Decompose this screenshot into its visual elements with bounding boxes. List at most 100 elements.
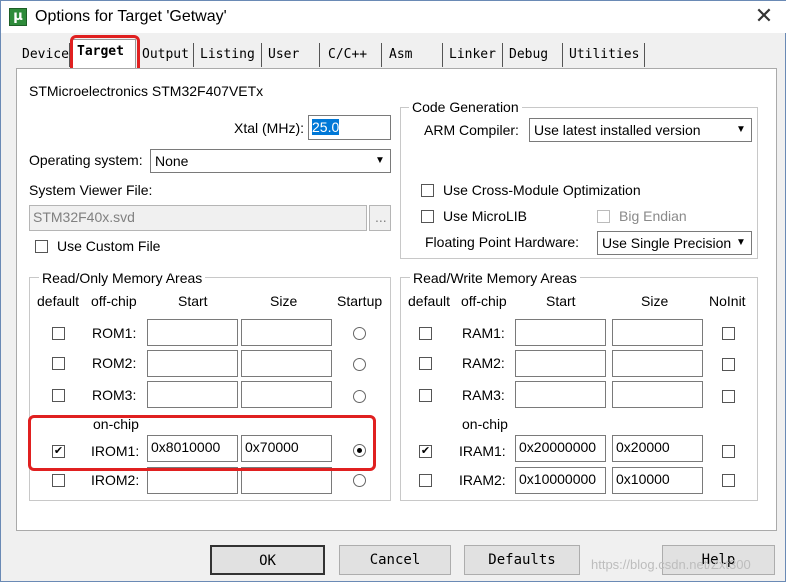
- big-endian-label: Big Endian: [619, 208, 687, 224]
- svd-browse-button: ...: [369, 205, 391, 231]
- iram2-noinit-checkbox[interactable]: [722, 474, 735, 487]
- code-generation-title: Code Generation: [409, 99, 522, 115]
- chevron-down-icon: ▼: [375, 155, 385, 166]
- rom3-default-checkbox[interactable]: [52, 389, 65, 402]
- rom3-size-input[interactable]: [241, 381, 332, 408]
- keil-app-icon: µ: [9, 8, 27, 26]
- ram2-start-input[interactable]: [515, 350, 606, 377]
- tab-c-cpp[interactable]: C/C++: [324, 43, 382, 67]
- svd-input: STM32F40x.svd: [29, 205, 367, 231]
- irom2-label: IROM2:: [91, 472, 140, 488]
- irom2-default-checkbox[interactable]: [52, 474, 65, 487]
- ram3-size-input[interactable]: [612, 381, 703, 408]
- device-name: STMicroelectronics STM32F407VETx: [29, 83, 264, 99]
- rw-onchip-label: on-chip: [462, 416, 508, 432]
- rom1-size-input[interactable]: [241, 319, 332, 346]
- title-bar: µ Options for Target 'Getway' ✕: [1, 1, 787, 33]
- rom1-startup-radio[interactable]: [353, 327, 366, 340]
- rom2-default-checkbox[interactable]: [52, 357, 65, 370]
- os-select[interactable]: None ▼: [150, 149, 391, 173]
- ro-memory-title: Read/Only Memory Areas: [39, 270, 206, 286]
- os-label: Operating system:: [29, 152, 143, 168]
- rw-header-noinit: NoInit: [709, 293, 746, 309]
- rom1-start-input[interactable]: [147, 319, 238, 346]
- irom2-startup-radio[interactable]: [353, 474, 366, 487]
- cross-module-checkbox[interactable]: [421, 184, 434, 197]
- microlib-checkbox[interactable]: [421, 210, 434, 223]
- watermark: https://blog.csdn.net/Zxt300: [591, 557, 751, 572]
- rom2-start-input[interactable]: [147, 350, 238, 377]
- rw-header-offchip: off-chip: [461, 293, 507, 309]
- big-endian-checkbox: [597, 210, 610, 223]
- tab-target[interactable]: Target: [72, 39, 136, 69]
- custom-file-label: Use Custom File: [57, 238, 161, 254]
- ram3-default-checkbox[interactable]: [419, 389, 432, 402]
- rw-header-start: Start: [546, 293, 576, 309]
- tab-output[interactable]: Output: [138, 43, 194, 67]
- window-title: Options for Target 'Getway': [35, 8, 227, 25]
- ram3-noinit-checkbox[interactable]: [722, 390, 735, 403]
- irom1-default-checkbox[interactable]: ✔: [52, 445, 65, 458]
- options-dialog: µ Options for Target 'Getway' ✕ Device T…: [0, 0, 787, 582]
- ram3-label: RAM3:: [462, 387, 505, 403]
- ram3-start-input[interactable]: [515, 381, 606, 408]
- iram1-size-input[interactable]: 0x20000: [612, 435, 703, 462]
- rw-header-size: Size: [641, 293, 669, 309]
- ram2-noinit-checkbox[interactable]: [722, 358, 735, 371]
- iram1-start-input[interactable]: 0x20000000: [515, 435, 606, 462]
- rom3-startup-radio[interactable]: [353, 390, 366, 403]
- rom2-startup-radio[interactable]: [353, 358, 366, 371]
- rw-memory-title: Read/Write Memory Areas: [410, 270, 580, 286]
- chevron-down-icon: ▼: [736, 237, 746, 248]
- rom3-label: ROM3:: [92, 387, 137, 403]
- iram1-noinit-checkbox[interactable]: [722, 445, 735, 458]
- tab-device[interactable]: Device: [18, 43, 70, 67]
- tab-listing[interactable]: Listing: [196, 43, 262, 67]
- ram1-size-input[interactable]: [612, 319, 703, 346]
- ro-header-startup: Startup: [337, 293, 383, 309]
- iram1-default-checkbox[interactable]: ✔: [419, 445, 432, 458]
- rom2-size-input[interactable]: [241, 350, 332, 377]
- irom2-start-input[interactable]: [147, 467, 238, 494]
- fph-label: Floating Point Hardware:: [425, 234, 580, 250]
- iram2-size-input[interactable]: 0x10000: [612, 467, 703, 494]
- chevron-down-icon: ▼: [736, 124, 746, 135]
- fph-value: Use Single Precision: [602, 235, 732, 251]
- ram1-default-checkbox[interactable]: [419, 327, 432, 340]
- fph-select[interactable]: Use Single Precision ▼: [597, 231, 752, 255]
- ro-header-size: Size: [270, 293, 298, 309]
- irom2-size-input[interactable]: [241, 467, 332, 494]
- irom1-start-input[interactable]: 0x8010000: [147, 435, 238, 462]
- xtal-input[interactable]: 25.0: [308, 115, 391, 140]
- ram2-size-input[interactable]: [612, 350, 703, 377]
- defaults-button[interactable]: Defaults: [464, 545, 580, 575]
- close-icon[interactable]: ✕: [749, 5, 779, 29]
- tab-asm[interactable]: Asm: [385, 43, 443, 67]
- tab-user[interactable]: User: [264, 43, 320, 67]
- rom1-default-checkbox[interactable]: [52, 327, 65, 340]
- compiler-select[interactable]: Use latest installed version ▼: [529, 118, 752, 142]
- ro-header-start: Start: [178, 293, 208, 309]
- iram2-default-checkbox[interactable]: [419, 474, 432, 487]
- custom-file-checkbox[interactable]: [35, 240, 48, 253]
- irom1-size-input[interactable]: 0x70000: [241, 435, 332, 462]
- tab-debug[interactable]: Debug: [505, 43, 563, 67]
- iram2-start-input[interactable]: 0x10000000: [515, 467, 606, 494]
- compiler-value: Use latest installed version: [534, 122, 701, 138]
- iram1-label: IRAM1:: [459, 443, 506, 459]
- tab-utilities[interactable]: Utilities: [565, 43, 645, 67]
- iram2-label: IRAM2:: [459, 472, 506, 488]
- ram1-start-input[interactable]: [515, 319, 606, 346]
- ram1-noinit-checkbox[interactable]: [722, 327, 735, 340]
- tab-linker[interactable]: Linker: [445, 43, 503, 67]
- compiler-label: ARM Compiler:: [424, 122, 519, 138]
- ok-button[interactable]: OK: [210, 545, 325, 575]
- os-value: None: [155, 153, 189, 169]
- ram2-label: RAM2:: [462, 355, 505, 371]
- rom3-start-input[interactable]: [147, 381, 238, 408]
- cross-module-label: Use Cross-Module Optimization: [443, 182, 641, 198]
- ro-header-default: default: [37, 293, 80, 309]
- ram2-default-checkbox[interactable]: [419, 357, 432, 370]
- irom1-startup-radio[interactable]: [353, 444, 366, 457]
- cancel-button[interactable]: Cancel: [339, 545, 451, 575]
